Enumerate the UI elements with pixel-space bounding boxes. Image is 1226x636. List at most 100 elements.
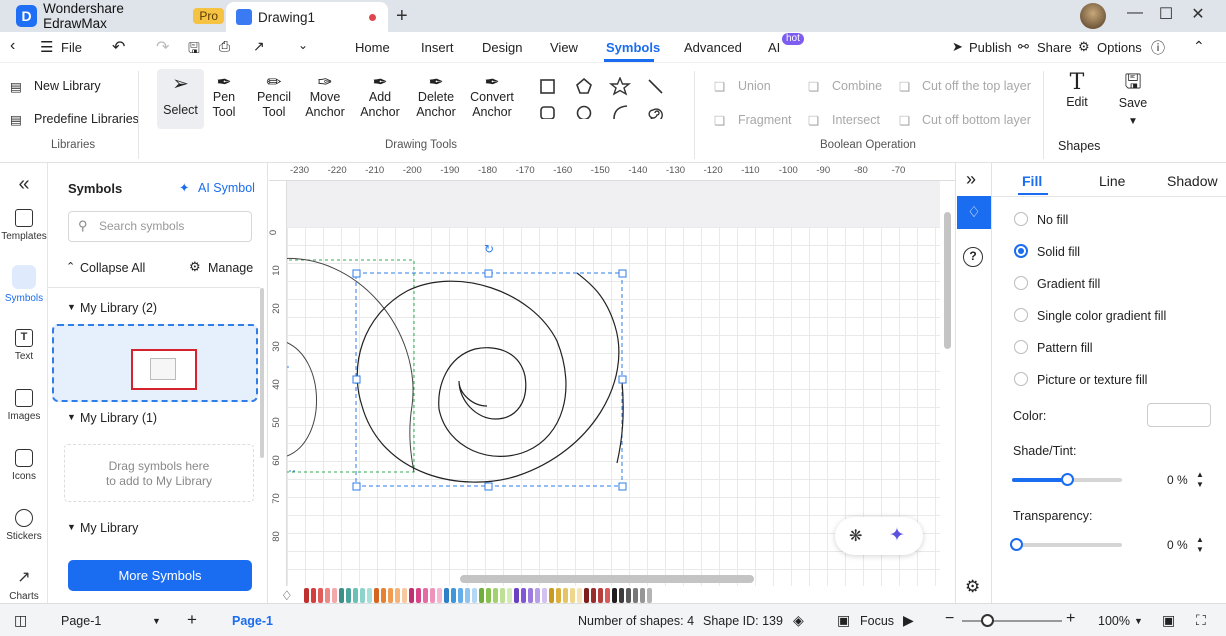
print-icon[interactable]: ⎙ <box>219 38 230 55</box>
tab-line[interactable]: Line <box>1099 173 1125 189</box>
expand-caret-icon[interactable]: ▼ <box>67 522 76 532</box>
fullscreen-icon[interactable]: ⛶ <box>1196 612 1206 629</box>
picture-fill-radio[interactable] <box>1014 372 1028 386</box>
solid-fill-radio[interactable] <box>1014 244 1028 258</box>
color-swatch[interactable] <box>479 588 484 603</box>
color-swatch[interactable] <box>458 588 463 603</box>
color-swatch[interactable] <box>325 588 330 603</box>
color-picker[interactable] <box>1147 403 1211 427</box>
hamburger-icon[interactable]: ☰ <box>40 38 53 56</box>
color-swatch[interactable] <box>472 588 477 603</box>
color-swatch[interactable] <box>465 588 470 603</box>
play-icon[interactable]: ▶ <box>903 612 914 629</box>
color-swatch[interactable] <box>402 588 407 603</box>
rail-images[interactable]: Images <box>0 389 48 422</box>
share-icon[interactable]: ⚯ <box>1018 39 1029 55</box>
help-circle-icon[interactable]: ? <box>963 247 983 267</box>
tab-shadow[interactable]: Shadow <box>1167 173 1218 189</box>
options-button[interactable]: Options <box>1097 40 1142 55</box>
shade-tint-slider[interactable] <box>1012 473 1122 486</box>
library-symbol-item[interactable] <box>131 349 197 390</box>
settings-gear-icon[interactable]: ⚙ <box>965 577 980 597</box>
star-icon[interactable] <box>609 77 631 96</box>
color-swatch[interactable] <box>556 588 561 603</box>
color-swatch[interactable] <box>423 588 428 603</box>
rail-icons[interactable]: Icons <box>0 449 48 482</box>
color-swatch[interactable] <box>535 588 540 603</box>
focus-icon[interactable]: ▣ <box>837 612 850 629</box>
close-icon[interactable]: ✕ <box>1183 4 1213 26</box>
save-icon[interactable]: 🖫 <box>188 38 200 62</box>
manage-button[interactable]: Manage <box>208 261 253 275</box>
color-swatch[interactable] <box>612 588 617 603</box>
tab-view[interactable]: View <box>550 40 578 55</box>
color-swatch[interactable] <box>318 588 323 603</box>
color-swatch[interactable] <box>500 588 505 603</box>
active-page-tab[interactable]: Page-1 <box>232 614 273 628</box>
color-swatch[interactable] <box>647 588 652 603</box>
convert-anchor-button[interactable]: ✒ Convert Anchor <box>466 73 518 120</box>
back-icon[interactable]: ‹ <box>10 37 15 55</box>
delete-anchor-button[interactable]: ✒ Delete Anchor <box>412 73 460 120</box>
zoom-slider-knob[interactable] <box>981 614 994 627</box>
share-button[interactable]: Share <box>1037 40 1072 55</box>
magic-wand-icon[interactable]: ❋ <box>849 526 862 546</box>
publish-icon[interactable]: ➤ <box>952 39 963 55</box>
selected-spiral-shape[interactable] <box>356 272 620 483</box>
pencil-tool-button[interactable]: ✏ Pencil Tool <box>252 73 296 120</box>
color-swatch[interactable] <box>381 588 386 603</box>
new-tab-button[interactable]: + <box>396 5 408 28</box>
fill-panel-icon[interactable]: ♢ <box>957 196 991 229</box>
select-tool-button[interactable]: ➢ Select <box>157 69 204 129</box>
arc-shape-partial[interactable] <box>287 341 317 457</box>
color-swatch[interactable] <box>591 588 596 603</box>
publish-button[interactable]: Publish <box>969 40 1012 55</box>
my-library-header[interactable]: My Library <box>80 521 138 535</box>
tab-ai[interactable]: AI <box>768 40 780 55</box>
color-swatch[interactable] <box>542 588 547 603</box>
more-symbols-button[interactable]: More Symbols <box>68 560 252 591</box>
save-library-button[interactable]: 🖫 Save ▼ <box>1114 72 1152 129</box>
move-anchor-button[interactable]: ✑ Move Anchor <box>302 73 348 120</box>
add-page-icon[interactable]: + <box>187 610 197 630</box>
color-swatch[interactable] <box>304 588 309 603</box>
page-dropdown-caret-icon[interactable]: ▼ <box>152 616 161 626</box>
add-anchor-button[interactable]: ✒ Add Anchor <box>357 73 403 120</box>
drag-symbols-dropzone[interactable]: Drag symbols here to add to My Library <box>64 444 254 502</box>
transparency-slider-knob[interactable] <box>1010 538 1023 551</box>
more-icon[interactable]: ⌄ <box>298 38 308 52</box>
rail-stickers[interactable]: Stickers <box>0 509 48 542</box>
intersect-button[interactable]: Intersect <box>832 113 880 127</box>
rail-symbols[interactable]: Symbols <box>0 265 48 304</box>
color-swatch[interactable] <box>493 588 498 603</box>
union-button[interactable]: Union <box>738 79 771 93</box>
zoom-level[interactable]: 100% <box>1098 614 1130 628</box>
collapse-panel-icon[interactable]: « <box>0 173 48 196</box>
ai-symbol-button[interactable]: AI Symbol <box>198 181 255 195</box>
rail-text[interactable]: T Text <box>0 329 48 362</box>
rail-templates[interactable]: Templates <box>0 209 48 242</box>
zoom-dropdown-icon[interactable]: ▼ <box>1134 616 1143 626</box>
panel-scrollbar[interactable] <box>260 288 264 458</box>
undo-icon[interactable]: ↶ <box>112 37 125 57</box>
tab-advanced[interactable]: Advanced <box>684 40 742 55</box>
combine-button[interactable]: Combine <box>832 79 882 93</box>
color-swatch[interactable] <box>514 588 519 603</box>
expand-caret-icon[interactable]: ▼ <box>67 302 76 312</box>
pattern-fill-radio[interactable] <box>1014 340 1028 354</box>
color-swatch[interactable] <box>570 588 575 603</box>
pro-badge[interactable]: Pro <box>193 8 224 24</box>
save-dropdown-icon[interactable]: ▼ <box>1114 114 1152 129</box>
rounded-rectangle-icon[interactable] <box>540 106 555 119</box>
page-dropdown[interactable]: Page-1 <box>61 614 101 628</box>
color-swatch[interactable] <box>605 588 610 603</box>
color-swatch[interactable] <box>437 588 442 603</box>
shade-stepper-icon[interactable]: ▲ ▼ <box>1196 470 1204 490</box>
color-swatch[interactable] <box>451 588 456 603</box>
rotate-handle-icon[interactable]: ↻ <box>484 242 494 256</box>
collapse-all-button[interactable]: Collapse All <box>80 261 145 275</box>
color-swatch[interactable] <box>416 588 421 603</box>
color-swatch[interactable] <box>311 588 316 603</box>
zoom-in-icon[interactable]: + <box>1066 610 1075 628</box>
color-swatch[interactable] <box>640 588 645 603</box>
